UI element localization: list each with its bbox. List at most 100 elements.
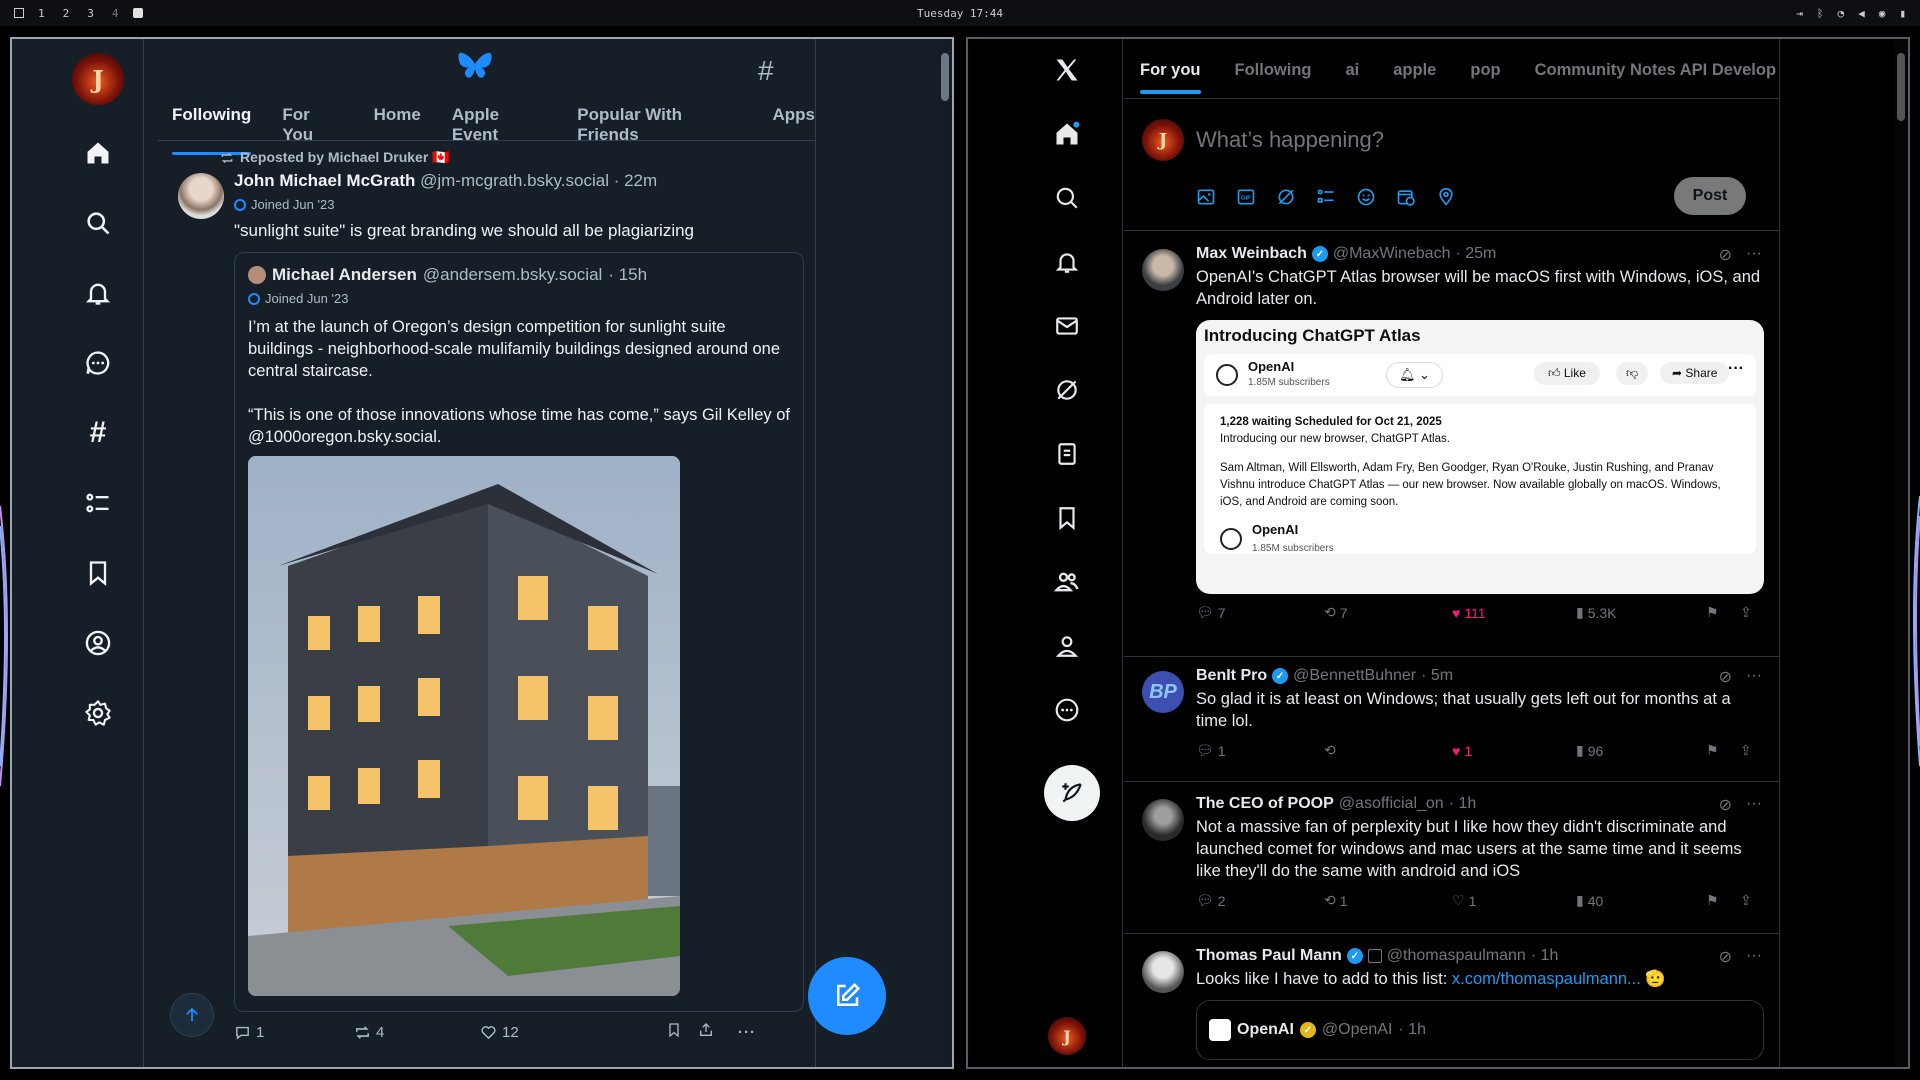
share-icon[interactable]: ⇪: [1740, 742, 1752, 759]
home-icon[interactable]: [78, 133, 118, 173]
tab-following[interactable]: Following: [172, 105, 252, 155]
compose-post-button[interactable]: [808, 957, 886, 1035]
tweet-time[interactable]: · 1h: [1449, 795, 1477, 813]
tweet-author-avatar[interactable]: [1142, 249, 1184, 291]
post-author-handle[interactable]: @jm-mcgrath.bsky.social: [420, 171, 609, 190]
bookmarks-icon[interactable]: [1050, 501, 1084, 535]
tweet-author-handle[interactable]: @MaxWinebach: [1333, 245, 1451, 263]
bookmark-icon[interactable]: ⚑: [1706, 742, 1740, 759]
notifications-bell-icon[interactable]: [78, 273, 118, 313]
like-button[interactable]: ♥ 111: [1452, 605, 1576, 621]
views-button[interactable]: ▮ 5.3K: [1576, 604, 1706, 621]
share-icon[interactable]: ⇪: [1740, 604, 1752, 621]
scrollbar-thumb[interactable]: [941, 53, 949, 101]
yt-like-button[interactable]: 👍︎ Like: [1534, 362, 1600, 385]
feed-post[interactable]: Reposted by Michael Druker 🇨🇦 John Micha…: [178, 149, 808, 1052]
tab-ai[interactable]: ai: [1345, 61, 1359, 94]
tweet-time[interactable]: · 1h: [1531, 947, 1559, 965]
poll-icon[interactable]: [1316, 187, 1336, 207]
reply-button[interactable]: 💬︎ 2: [1196, 892, 1324, 909]
tab-apple-event[interactable]: Apple Event: [452, 105, 546, 155]
share-button[interactable]: [698, 1022, 738, 1042]
more-options-icon[interactable]: ···: [738, 1024, 756, 1041]
scroll-to-top-button[interactable]: [170, 993, 214, 1037]
yt-share-button[interactable]: ➦ Share: [1660, 362, 1730, 384]
tweet-author-handle[interactable]: @BennettBuhner: [1293, 667, 1416, 685]
bookmark-icon[interactable]: ⚑: [1706, 892, 1740, 909]
tweet-author-name[interactable]: BenIt Pro: [1196, 667, 1267, 685]
tab-community-notes[interactable]: Community Notes API Develop: [1535, 61, 1776, 94]
tab-apps[interactable]: Apps: [773, 105, 816, 155]
reply-button[interactable]: 1: [234, 1024, 354, 1041]
home-icon[interactable]: [1050, 117, 1084, 151]
scrollbar-thumb[interactable]: [1897, 53, 1905, 121]
quoted-tweet[interactable]: OpenAI ✓ @OpenAI · 1h: [1196, 1000, 1764, 1060]
reply-button[interactable]: 💬︎ 7: [1196, 604, 1324, 621]
workspace-active-indicator[interactable]: [132, 8, 143, 18]
yt-more-icon[interactable]: ···: [1728, 360, 1744, 378]
building-photo[interactable]: [248, 456, 680, 996]
tweet[interactable]: ⊘ ··· Thomas Paul Mann ✓ @thomaspaulmann…: [1142, 947, 1764, 1060]
grok-icon[interactable]: [1050, 373, 1084, 407]
lists-icon[interactable]: [1050, 437, 1084, 471]
profile-icon[interactable]: [1050, 629, 1084, 663]
like-button[interactable]: ♥ 1: [1452, 743, 1576, 759]
profile-avatar[interactable]: J: [72, 53, 124, 105]
dislike-icon[interactable]: 👎︎: [1616, 362, 1649, 385]
more-options-icon[interactable]: ···: [1746, 947, 1762, 967]
video-card[interactable]: Introducing ChatGPT Atlas OpenAI 1.85M s…: [1196, 320, 1764, 594]
bookmark-icon[interactable]: [78, 553, 118, 593]
notifications-bell-icon[interactable]: [1050, 245, 1084, 279]
repost-button[interactable]: 4: [354, 1024, 480, 1041]
account-avatar[interactable]: J: [1048, 1017, 1086, 1055]
tweet[interactable]: ⊘ ··· The CEO of POOP @asofficial_on · 1…: [1142, 795, 1762, 909]
more-circle-icon[interactable]: [1050, 693, 1084, 727]
compose-input[interactable]: What’s happening?: [1196, 127, 1384, 153]
more-options-icon[interactable]: ···: [1746, 245, 1762, 265]
bookmark-icon[interactable]: ⚑: [1706, 604, 1740, 621]
grok-explain-icon[interactable]: ⊘: [1719, 245, 1732, 265]
communities-icon[interactable]: [1050, 565, 1084, 599]
messages-envelope-icon[interactable]: [1050, 309, 1084, 343]
layout-icon[interactable]: [14, 8, 24, 18]
grok-explain-icon[interactable]: ⊘: [1719, 947, 1732, 967]
tab-pop[interactable]: pop: [1470, 61, 1500, 94]
share-icon[interactable]: ⇪: [1740, 892, 1752, 909]
x-scrollbar[interactable]: [1894, 39, 1908, 1067]
tweet-time[interactable]: · 25m: [1455, 245, 1496, 263]
settings-gear-icon[interactable]: [78, 693, 118, 733]
like-button[interactable]: 12: [480, 1024, 666, 1041]
tab-apple[interactable]: apple: [1393, 61, 1436, 94]
tab-popular-with-friends[interactable]: Popular With Friends: [577, 105, 741, 155]
logout-icon[interactable]: ⇥: [1796, 7, 1803, 20]
post-author-name[interactable]: John Michael McGrath: [234, 171, 415, 190]
reply-button[interactable]: 💬︎ 1: [1196, 742, 1324, 759]
tweet-author-name[interactable]: Max Weinbach: [1196, 245, 1307, 263]
schedule-icon[interactable]: [1396, 187, 1416, 207]
quoted-post[interactable]: Michael Andersen @andersem.bsky.social ·…: [234, 252, 804, 1012]
tab-for-you[interactable]: For you: [1140, 61, 1201, 94]
post-compose-button[interactable]: [1044, 765, 1100, 821]
lists-icon[interactable]: [78, 483, 118, 523]
retweet-button[interactable]: ⟲ 7: [1324, 604, 1452, 621]
tweet-author-handle[interactable]: @thomaspaulmann: [1387, 947, 1526, 965]
bluetooth-icon[interactable]: ᛒ: [1817, 7, 1824, 20]
profile-icon[interactable]: [78, 623, 118, 663]
tweet-author-name[interactable]: The CEO of POOP: [1196, 795, 1334, 813]
retweet-button[interactable]: ⟲ 1: [1324, 892, 1452, 909]
volume-icon[interactable]: ◀: [1858, 7, 1865, 20]
post-button[interactable]: Post: [1674, 177, 1746, 215]
wifi-icon[interactable]: ◔: [1838, 7, 1845, 20]
tweet-author-avatar[interactable]: [1142, 951, 1184, 993]
like-button[interactable]: ♡ 1: [1452, 892, 1576, 909]
tweet-author-avatar[interactable]: BP: [1142, 671, 1184, 713]
views-button[interactable]: ▮ 40: [1576, 892, 1706, 909]
feeds-hash-icon[interactable]: #: [78, 413, 118, 453]
grok-icon[interactable]: [1276, 187, 1296, 207]
chat-icon[interactable]: [78, 343, 118, 383]
workspace-2[interactable]: 2: [59, 7, 74, 20]
tweet-author-avatar[interactable]: [1142, 799, 1184, 841]
grok-explain-icon[interactable]: ⊘: [1719, 667, 1732, 687]
tab-home[interactable]: Home: [374, 105, 421, 155]
workspace-4[interactable]: 4: [108, 7, 123, 20]
